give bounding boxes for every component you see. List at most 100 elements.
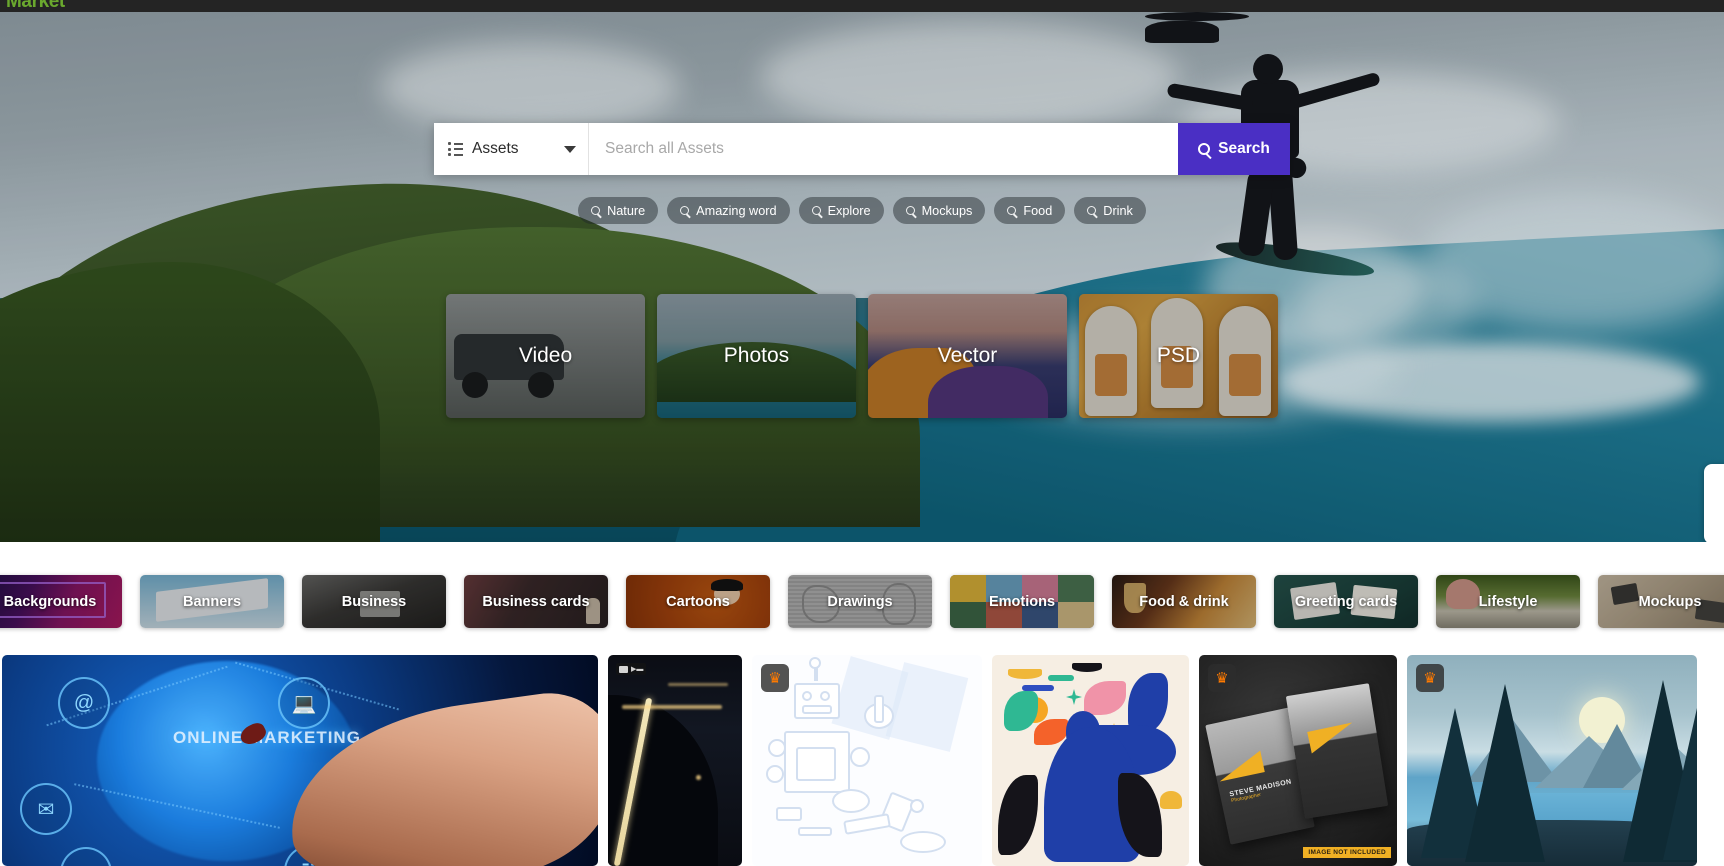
search-bar: Assets Search — [434, 123, 1290, 175]
search-input[interactable] — [589, 123, 1178, 175]
search-icon — [905, 206, 915, 215]
category-tile-banners[interactable]: Banners — [140, 575, 284, 628]
envelope-icon: ✉ — [20, 783, 72, 835]
users-icon: 👥 — [60, 847, 112, 866]
category-tile-backgrounds[interactable]: Backgrounds — [0, 575, 122, 628]
result-card-robot-line-art[interactable]: ♛ — [752, 655, 982, 866]
video-camera-icon — [619, 665, 628, 673]
result-card-botanical-figure-illustration[interactable] — [992, 655, 1189, 866]
asset-type-card-video[interactable]: Video — [446, 294, 645, 418]
tape-roll — [832, 789, 870, 813]
suggestion-label: Drink — [1103, 203, 1133, 218]
video-badge: ▶▬ — [616, 663, 647, 675]
site-logo[interactable]: Market — [6, 0, 65, 12]
result-caption: ONLINE MARKETING — [173, 728, 361, 747]
crown-icon: ♛ — [1423, 669, 1437, 687]
result-card-business-card-mockup[interactable]: STEVE MADISON Photographer IMAGE NOT INC… — [1199, 655, 1397, 866]
suggestion-chip-nature[interactable]: Nature — [578, 197, 659, 224]
category-tile-label: Greeting cards — [1294, 593, 1398, 610]
asset-type-select[interactable]: Assets — [434, 123, 589, 175]
crown-icon: ♛ — [1215, 669, 1229, 687]
category-strip: Backgrounds Banners Business Business ca… — [0, 560, 1724, 642]
pine-tree — [1663, 705, 1697, 860]
search-icon — [591, 206, 601, 215]
city-glow — [668, 683, 728, 686]
robot-antenna-ball — [809, 657, 821, 669]
category-tile-label: Lifestyle — [1478, 593, 1538, 610]
decorative-shape — [1008, 669, 1042, 679]
category-strip-track: Backgrounds Banners Business Business ca… — [0, 575, 1724, 628]
dark-leaf-shape — [998, 775, 1038, 855]
category-tile-greeting-cards[interactable]: Greeting cards — [1274, 575, 1418, 628]
category-tile-label: Business — [341, 593, 407, 610]
category-tile-lifestyle[interactable]: Lifestyle — [1436, 575, 1580, 628]
category-tile-label: Backgrounds — [3, 593, 97, 610]
search-icon — [1087, 206, 1097, 215]
list-icon — [448, 142, 463, 156]
result-card-online-marketing[interactable]: @ ✉ 👥 💻 ☷ ONLINE MARKETING — [2, 655, 598, 866]
category-tile-cartoons[interactable]: Cartoons — [626, 575, 770, 628]
category-tile-mockups[interactable]: Mockups — [1598, 575, 1724, 628]
screw-shape — [874, 695, 884, 723]
category-tile-label: Business cards — [482, 593, 590, 610]
category-tile-label: Mockups — [1638, 593, 1702, 610]
suggestion-label: Nature — [607, 203, 646, 218]
category-tile-emotions[interactable]: Emotions — [950, 575, 1094, 628]
category-tile-label: Drawings — [827, 593, 893, 610]
asset-type-card-label: Video — [518, 344, 573, 367]
screw-shape — [798, 827, 832, 836]
hero-carousel-next-button[interactable] — [1704, 464, 1724, 542]
monitor-icon: 💻 — [278, 677, 330, 729]
image-not-included-notice: IMAGE NOT INCLUDED — [1303, 847, 1391, 858]
suggested-searches: Nature Amazing word Explore Mockups Food… — [0, 197, 1724, 224]
search-icon — [811, 206, 821, 215]
suggestion-chip-food[interactable]: Food — [994, 197, 1066, 224]
asset-type-card-psd[interactable]: PSD — [1079, 294, 1278, 418]
result-card-night-city-coast[interactable]: ▶▬ — [608, 655, 742, 866]
asset-type-card-photos[interactable]: Photos — [657, 294, 856, 418]
category-tile-business[interactable]: Business — [302, 575, 446, 628]
category-tile-food-and-drink[interactable]: Food & drink — [1112, 575, 1256, 628]
video-badge-text: ▶▬ — [631, 666, 644, 673]
category-tile-label: Food & drink — [1139, 593, 1229, 610]
asset-type-card-label: Photos — [723, 344, 790, 367]
star-shape — [1066, 689, 1082, 705]
robot-arm-joint — [768, 739, 786, 757]
bird-shape — [1084, 681, 1126, 715]
category-tile-business-cards[interactable]: Business cards — [464, 575, 608, 628]
premium-crown-badge: ♛ — [761, 664, 789, 692]
search-icon — [1007, 206, 1017, 215]
asset-type-card-vector[interactable]: Vector — [868, 294, 1067, 418]
suggestion-chip-drink[interactable]: Drink — [1074, 197, 1146, 224]
category-tile-drawings[interactable]: Drawings — [788, 575, 932, 628]
robot-eye — [802, 691, 812, 701]
suggestion-chip-mockups[interactable]: Mockups — [892, 197, 986, 224]
decorative-shape — [1048, 675, 1074, 681]
category-tile-label: Cartoons — [666, 593, 730, 610]
suggestion-chip-explore[interactable]: Explore — [798, 197, 884, 224]
asset-type-select-label: Assets — [472, 140, 519, 157]
suggestion-label: Mockups — [921, 203, 973, 218]
suggestion-label: Food — [1023, 203, 1053, 218]
search-icon — [680, 206, 690, 215]
at-sign-icon: @ — [58, 677, 110, 729]
business-card-back — [1285, 683, 1389, 819]
block-shape — [776, 807, 802, 821]
robot-panel — [796, 747, 836, 781]
premium-crown-badge: ♛ — [1416, 664, 1444, 692]
results-grid: @ ✉ 👥 💻 ☷ ONLINE MARKETING ▶▬ — [0, 655, 1724, 866]
search-button[interactable]: Search — [1178, 123, 1290, 175]
search-button-label: Search — [1218, 140, 1270, 157]
asset-type-card-label: PSD — [1156, 344, 1201, 367]
category-tile-label: Banners — [182, 593, 242, 610]
search-icon — [1198, 143, 1211, 155]
screw-head — [910, 799, 924, 813]
leaf-shape — [1004, 691, 1038, 731]
robot-arm-joint — [850, 747, 870, 767]
spring-shape — [900, 831, 946, 853]
result-card-lake-mountain-landscape[interactable]: ♛ — [1407, 655, 1697, 866]
robot-arm-joint — [766, 765, 784, 783]
suggestion-chip-amazing-word[interactable]: Amazing word — [667, 197, 790, 224]
premium-crown-badge: ♛ — [1208, 664, 1236, 692]
top-navigation-bar: Market — [0, 0, 1724, 12]
